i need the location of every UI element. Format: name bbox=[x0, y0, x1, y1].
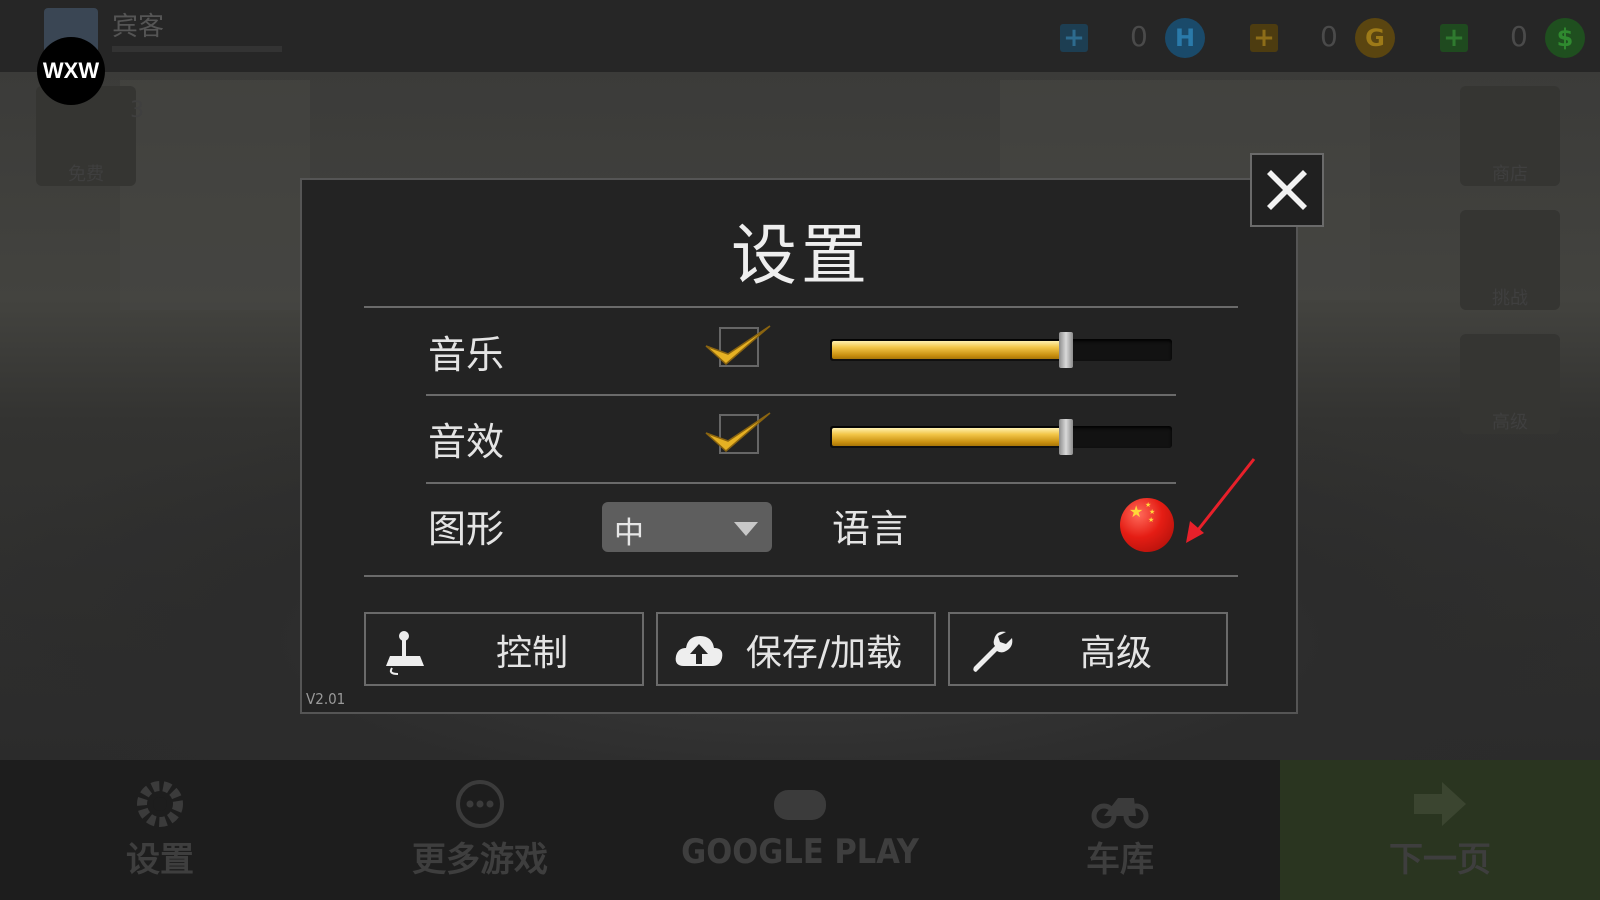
sfx-slider[interactable] bbox=[830, 419, 1172, 455]
bg-building bbox=[120, 80, 310, 310]
settings-dialog: 设置 音乐 音效 图形 中 语言 ★ ★ ★ ★ 控制 保存/加载 高级 V2.… bbox=[300, 178, 1298, 714]
checkmark-icon bbox=[705, 325, 771, 365]
nav-google-play[interactable]: GOOGLE PLAY bbox=[640, 760, 960, 900]
flag-star: ★ bbox=[1148, 516, 1155, 524]
close-icon bbox=[1267, 170, 1307, 210]
currency-count: 0 bbox=[1320, 20, 1338, 53]
add-g-button[interactable]: + bbox=[1250, 24, 1278, 52]
annotation-arrow-icon bbox=[1186, 458, 1256, 543]
currency-count: 0 bbox=[1510, 20, 1528, 53]
nav-garage[interactable]: 车库 bbox=[960, 760, 1280, 900]
save-load-label: 保存/加载 bbox=[745, 633, 903, 674]
music-label: 音乐 bbox=[428, 333, 505, 377]
divider bbox=[426, 482, 1176, 484]
advanced-label: 高级 bbox=[1079, 633, 1152, 674]
arrow-right-icon bbox=[1414, 782, 1466, 826]
cn-flag-icon[interactable]: ★ ★ ★ ★ bbox=[1120, 498, 1174, 552]
nav-label: 更多游戏 bbox=[412, 840, 548, 880]
gear-icon bbox=[137, 781, 183, 827]
controls-button[interactable]: 控制 bbox=[364, 612, 644, 686]
checkmark-icon bbox=[705, 412, 771, 452]
language-label: 语言 bbox=[832, 507, 909, 551]
slider-fill bbox=[832, 428, 1066, 446]
controls-label: 控制 bbox=[495, 633, 568, 674]
save-load-button[interactable]: 保存/加载 bbox=[656, 612, 936, 686]
sfx-checkbox[interactable] bbox=[704, 407, 774, 461]
add-h-button[interactable]: + bbox=[1060, 24, 1088, 52]
premium-label: 高级 bbox=[1492, 412, 1528, 433]
nav-label: 下一页 bbox=[1389, 840, 1491, 880]
bottom-nav: 设置 更多游戏 GOOGLE PLAY 车库 下一页 bbox=[0, 760, 1600, 900]
slider-thumb[interactable] bbox=[1059, 419, 1073, 455]
divider bbox=[364, 575, 1238, 577]
nav-more-games[interactable]: 更多游戏 bbox=[320, 760, 640, 900]
challenge-label: 挑战 bbox=[1492, 288, 1528, 309]
motorbike-icon bbox=[1091, 798, 1149, 829]
h-coin-icon: H bbox=[1165, 18, 1205, 58]
free-label: 免费 bbox=[68, 164, 104, 185]
divider bbox=[426, 394, 1176, 396]
version-label: V2.01 bbox=[306, 690, 346, 708]
sfx-label: 音效 bbox=[428, 420, 505, 464]
currency-g: + 0 G bbox=[1250, 18, 1430, 58]
currency-h: + 0 H bbox=[1060, 18, 1240, 58]
graphics-dropdown[interactable]: 中 bbox=[602, 502, 772, 552]
cash-coin-icon: $ bbox=[1545, 18, 1585, 58]
close-button[interactable] bbox=[1250, 153, 1324, 227]
g-coin-icon: G bbox=[1355, 18, 1395, 58]
currency-count: 0 bbox=[1130, 20, 1148, 53]
watermark-badge: WXW bbox=[37, 37, 105, 105]
more-icon bbox=[456, 780, 504, 828]
gamepad-icon bbox=[774, 790, 826, 820]
shop-label: 商店 bbox=[1492, 164, 1528, 185]
slider-fill bbox=[832, 341, 1066, 359]
chevron-down-icon bbox=[734, 522, 758, 536]
nav-next-page[interactable]: 下一页 bbox=[1280, 760, 1600, 900]
graphics-value: 中 bbox=[614, 516, 644, 551]
nav-label: 车库 bbox=[1086, 840, 1154, 880]
dialog-title: 设置 bbox=[731, 217, 871, 294]
player-name: 宾客 bbox=[112, 12, 165, 42]
nav-label: 设置 bbox=[126, 840, 194, 880]
music-checkbox[interactable] bbox=[704, 320, 774, 374]
music-slider[interactable] bbox=[830, 332, 1172, 368]
flag-star: ★ bbox=[1129, 502, 1144, 521]
divider bbox=[364, 306, 1238, 308]
xp-bar bbox=[112, 46, 282, 52]
top-bar: 宾客 + 0 H + 0 G + 0 $ bbox=[0, 0, 1600, 72]
graphics-label: 图形 bbox=[428, 507, 505, 551]
slider-thumb[interactable] bbox=[1059, 332, 1073, 368]
add-cash-button[interactable]: + bbox=[1440, 24, 1468, 52]
badge-count: 3 bbox=[130, 98, 144, 123]
currency-cash: + 0 $ bbox=[1440, 18, 1600, 58]
nav-settings[interactable]: 设置 bbox=[0, 760, 320, 900]
advanced-button[interactable]: 高级 bbox=[948, 612, 1228, 686]
nav-label: GOOGLE PLAY bbox=[681, 832, 919, 872]
flag-star: ★ bbox=[1149, 508, 1156, 516]
